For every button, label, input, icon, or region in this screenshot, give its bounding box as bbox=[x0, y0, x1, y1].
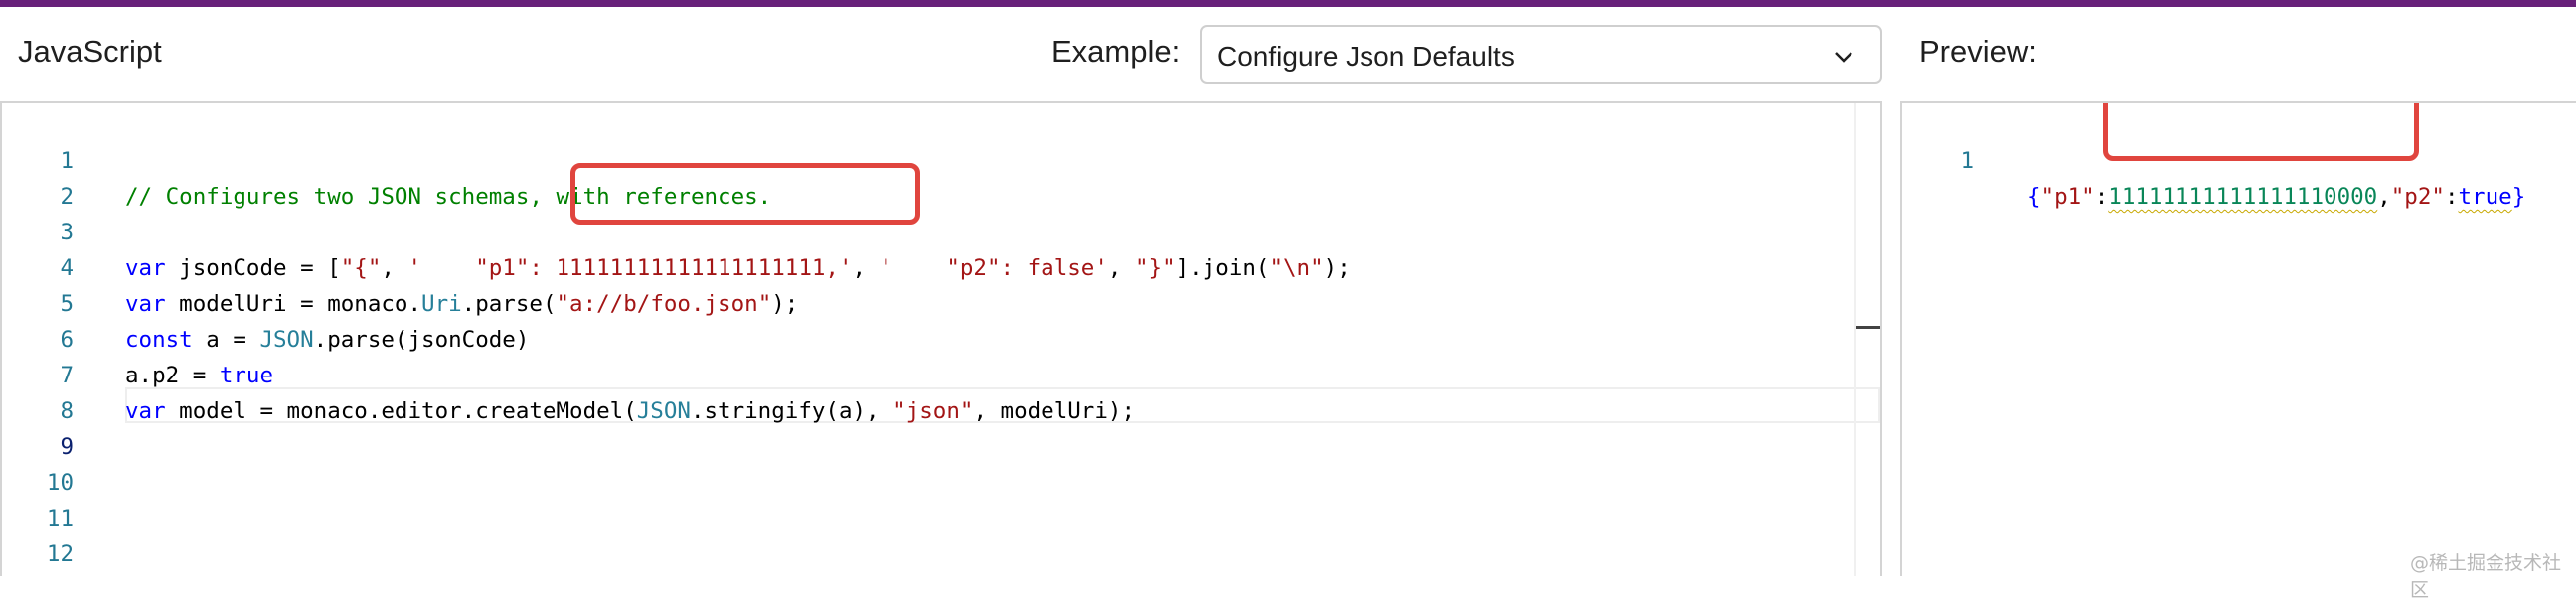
code-line-8[interactable]: 8 bbox=[2, 358, 1880, 424]
code-line-9[interactable]: 9 bbox=[2, 393, 1880, 460]
annotation-highlight-box bbox=[2103, 103, 2419, 161]
code-editor[interactable]: 1 // Configures two JSON schemas, with r… bbox=[0, 101, 1882, 576]
code-line-2[interactable]: 2 bbox=[2, 143, 1880, 210]
javascript-pane-title: JavaScript bbox=[18, 34, 162, 69]
code-line-4[interactable]: 4 var modelUri = monaco.Uri.parse("a://b… bbox=[2, 215, 1880, 317]
code-line-10[interactable]: 10 bbox=[2, 429, 1880, 496]
json-key-token: "p1" bbox=[2040, 184, 2095, 210]
brace-token: { bbox=[2027, 184, 2041, 210]
watermark: @稀土掘金技术社区 bbox=[2410, 552, 2562, 601]
code-line-12[interactable]: 12 bbox=[2, 501, 1880, 567]
chevron-down-icon bbox=[1835, 52, 1852, 63]
example-label: Example: bbox=[1051, 34, 1181, 69]
colon-token: : bbox=[2094, 184, 2109, 210]
code-line-13[interactable]: 13 bbox=[2, 536, 1880, 572]
preview-pane-title: Preview: bbox=[1919, 34, 2037, 69]
annotation-highlight-box bbox=[570, 163, 920, 225]
code-line-5[interactable]: 5 const a = JSON.parse(jsonCode) bbox=[2, 250, 1880, 353]
brace-token: } bbox=[2511, 184, 2526, 210]
code-line-11[interactable]: 11 bbox=[2, 465, 1880, 531]
json-number-token: 11111111111111110000 bbox=[2108, 184, 2378, 210]
example-select-value: Configure Json Defaults bbox=[1217, 41, 1515, 72]
top-accent-bar bbox=[0, 0, 2576, 7]
example-select[interactable]: Configure Json Defaults bbox=[1200, 25, 1882, 84]
comma-token: , bbox=[2377, 184, 2391, 210]
line-number: 13 bbox=[2, 572, 74, 576]
code-line-3[interactable]: 3 var jsonCode = ["{", ' "p1": 111111111… bbox=[2, 179, 1880, 281]
code-line-1[interactable]: 1 // Configures two JSON schemas, with r… bbox=[2, 107, 1880, 210]
colon-token: : bbox=[2444, 184, 2459, 210]
line-number: 1 bbox=[1960, 148, 1974, 174]
json-key-token: "p2" bbox=[2390, 184, 2445, 210]
preview-editor[interactable]: 1 {"p1":11111111111111110000,"p2":true} bbox=[1900, 101, 2576, 576]
code-line-6[interactable]: 6 a.p2 = true bbox=[2, 286, 1880, 388]
json-bool-token: true bbox=[2458, 184, 2512, 210]
code-line-7[interactable]: 7 var model = monaco.editor.createModel(… bbox=[2, 322, 1880, 424]
